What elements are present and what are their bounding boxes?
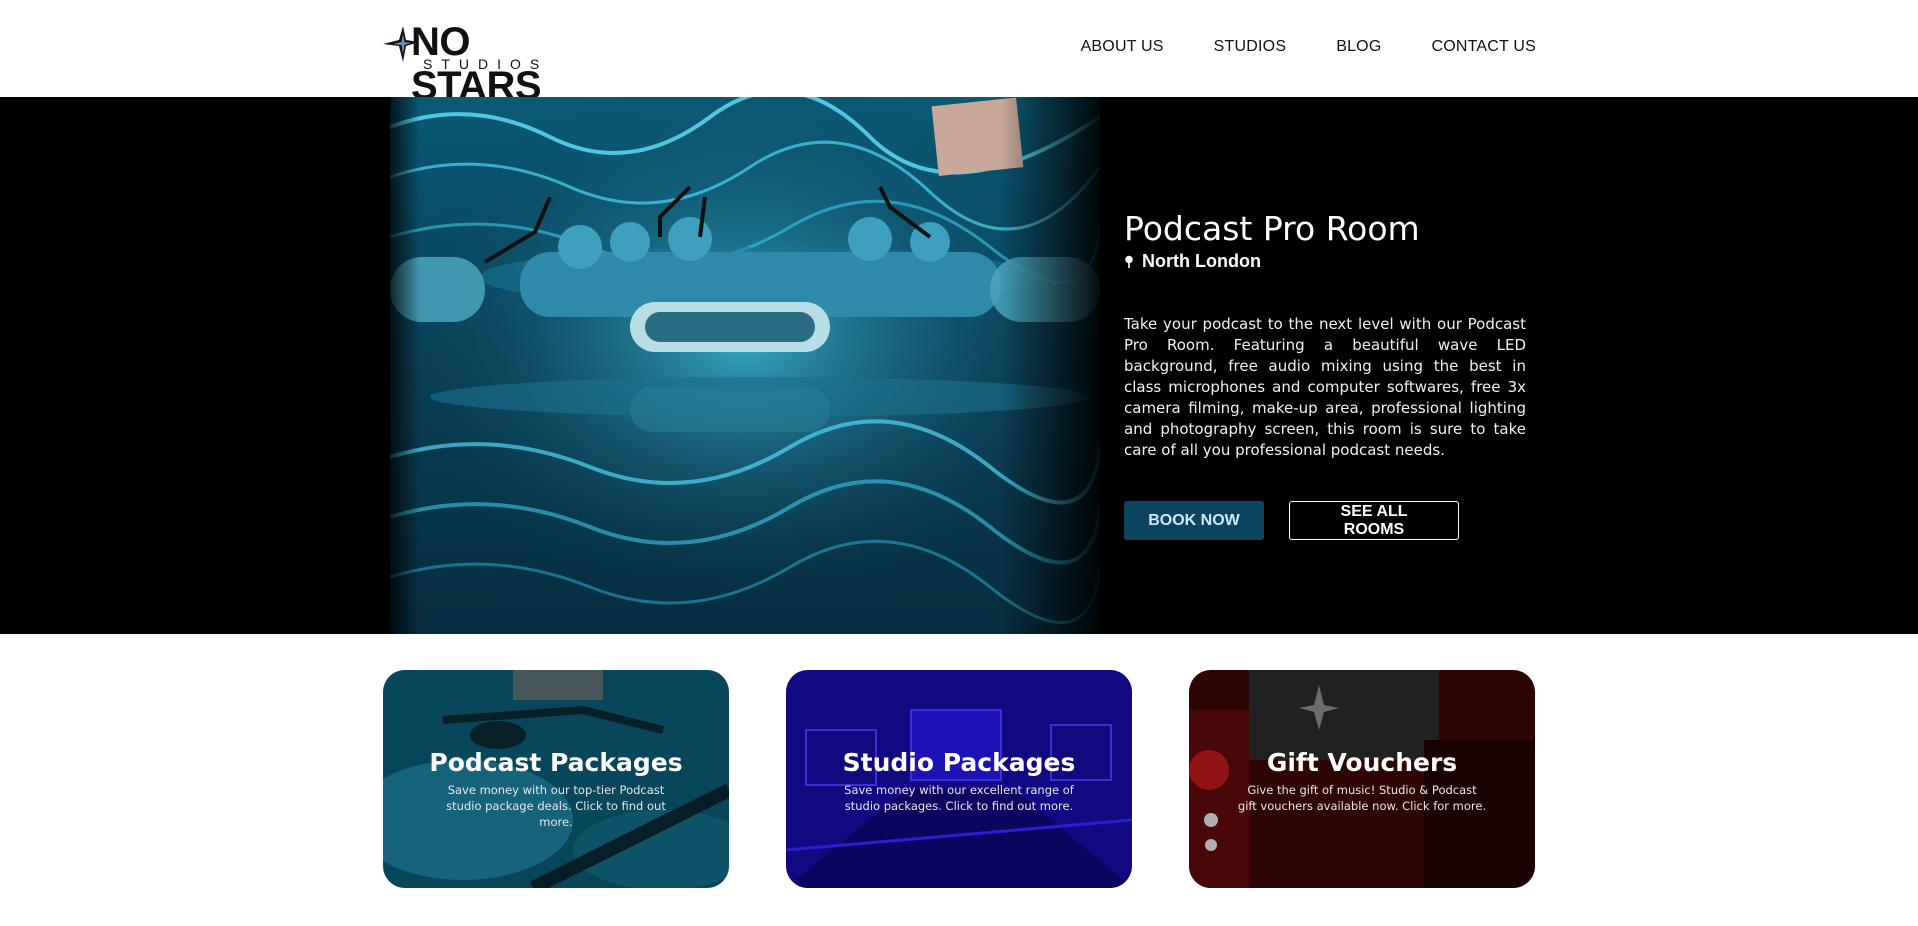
card-podcast-packages[interactable]: Podcast Packages Save money with our top… xyxy=(383,670,729,888)
site-header: NO STARS STUDIOS ABOUT US STUDIOS BLOG C… xyxy=(0,0,1918,108)
hero-section: Podcast Pro Room North London Take your … xyxy=(0,97,1918,634)
see-all-rooms-button[interactable]: SEE ALL ROOMS xyxy=(1289,501,1459,540)
room-title: Podcast Pro Room xyxy=(1124,209,1420,248)
card-description: Give the gift of music! Studio & Podcast… xyxy=(1237,783,1487,813)
card-title: Studio Packages xyxy=(842,748,1076,777)
hero-content: Podcast Pro Room North London Take your … xyxy=(1124,209,1526,540)
card-title: Gift Vouchers xyxy=(1266,748,1458,777)
card-studio-packages[interactable]: Studio Packages Save money with our exce… xyxy=(786,670,1132,888)
main-nav: ABOUT US STUDIOS BLOG CONTACT US xyxy=(1081,38,1536,56)
logo-subtitle: STUDIOS xyxy=(423,56,549,72)
package-cards: Podcast Packages Save money with our top… xyxy=(383,670,1535,888)
nav-studios[interactable]: STUDIOS xyxy=(1214,38,1287,56)
nav-about-us[interactable]: ABOUT US xyxy=(1081,38,1164,56)
room-description: Take your podcast to the next level with… xyxy=(1124,315,1526,459)
hero-room-image xyxy=(390,97,1100,634)
card-description: Save money with our top-tier Podcast stu… xyxy=(446,783,666,829)
card-gift-vouchers[interactable]: Gift Vouchers Give the gift of music! St… xyxy=(1189,670,1535,888)
site-logo[interactable]: NO STARS STUDIOS xyxy=(381,20,571,108)
map-pin-icon xyxy=(1125,255,1133,268)
hero-actions: BOOK NOW SEE ALL ROOMS xyxy=(1124,501,1526,540)
book-now-button[interactable]: BOOK NOW xyxy=(1124,501,1264,540)
room-location: North London xyxy=(1124,251,1526,272)
nav-blog[interactable]: BLOG xyxy=(1336,38,1381,56)
location-label: North London xyxy=(1142,251,1261,271)
card-title: Podcast Packages xyxy=(429,748,683,777)
nav-contact-us[interactable]: CONTACT US xyxy=(1431,38,1536,56)
card-description: Save money with our excellent range of s… xyxy=(844,783,1074,813)
